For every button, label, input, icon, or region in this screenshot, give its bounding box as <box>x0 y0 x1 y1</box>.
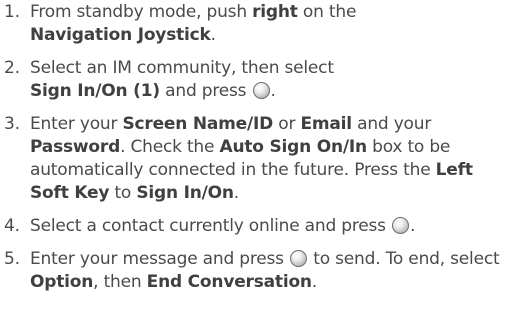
step-5: 5. Enter your message and press to send. … <box>4 248 510 294</box>
step-number: 1. <box>4 2 20 22</box>
step-number: 4. <box>4 216 20 236</box>
step-text: Select an IM community, then select Sign… <box>30 58 334 101</box>
ok-key-icon <box>290 250 308 267</box>
step-3: 3. Enter your Screen Name/ID or Email and… <box>4 113 510 205</box>
step-number: 2. <box>4 58 20 78</box>
step-number: 5. <box>4 249 20 269</box>
instruction-steps: 1. From standby mode, push right on the N… <box>4 1 510 294</box>
step-4: 4. Select a contact currently online and … <box>4 215 510 238</box>
step-text: Select a contact currently online and pr… <box>30 216 416 236</box>
step-text: Enter your message and press to send. To… <box>30 249 500 292</box>
step-text: From standby mode, push right on the Nav… <box>30 2 357 45</box>
step-number: 3. <box>4 114 20 134</box>
step-2: 2. Select an IM community, then select Si… <box>4 57 510 103</box>
ok-key-icon <box>252 82 270 99</box>
step-1: 1. From standby mode, push right on the N… <box>4 1 510 47</box>
ok-key-icon <box>392 217 410 234</box>
step-text: Enter your Screen Name/ID or Email and y… <box>30 114 473 203</box>
